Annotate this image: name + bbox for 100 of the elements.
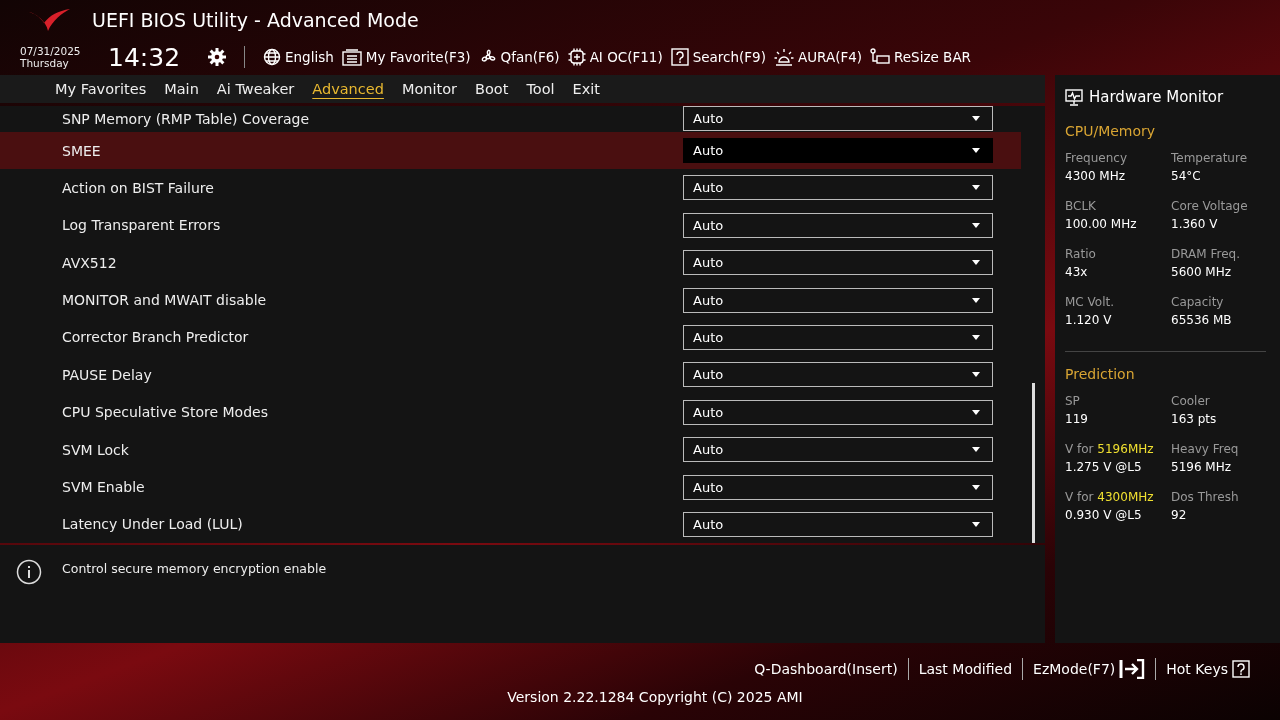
metric-label: Ratio bbox=[1065, 246, 1097, 263]
footer-link[interactable]: Last Modified bbox=[908, 661, 1023, 677]
highlighted-setting-row[interactable]: SMEE Auto bbox=[0, 131, 1021, 170]
toolbar-button[interactable]: Qfan(F6) bbox=[474, 48, 564, 66]
metric-value: 0.930 V @L5 bbox=[1065, 507, 1143, 524]
setting-label: SVM Enable bbox=[62, 479, 145, 496]
help-icon bbox=[670, 48, 689, 66]
setting-dropdown[interactable]: Auto bbox=[683, 250, 993, 276]
toolbar-button[interactable]: English bbox=[259, 48, 338, 66]
menu-tab[interactable]: Boot bbox=[466, 76, 518, 101]
metric-label: Core Voltage bbox=[1171, 198, 1249, 215]
monitor-icon bbox=[1065, 88, 1083, 106]
setting-dropdown[interactable]: Auto bbox=[683, 325, 993, 350]
setting-row[interactable]: AVX512 Auto bbox=[0, 244, 1021, 282]
caret-icon bbox=[972, 447, 980, 453]
metric-value: 5196 MHz bbox=[1171, 459, 1233, 476]
menu-tab[interactable]: Exit bbox=[563, 76, 610, 101]
metric-value: 1.360 V bbox=[1171, 216, 1219, 233]
metric-value: 43x bbox=[1065, 264, 1089, 281]
menu-tab[interactable]: Advanced bbox=[303, 76, 393, 101]
setting-label: Latency Under Load (LUL) bbox=[62, 516, 243, 533]
caret-icon bbox=[972, 409, 980, 415]
footer-link[interactable]: EzMode(F7) bbox=[1023, 659, 1156, 679]
setting-dropdown[interactable]: Auto bbox=[683, 212, 993, 238]
window-title: UEFI BIOS Utility - Advanced Mode bbox=[92, 9, 419, 31]
caret-icon bbox=[972, 297, 980, 303]
panel-title: Hardware Monitor bbox=[1089, 88, 1224, 106]
metric-value: 54°C bbox=[1171, 168, 1202, 185]
setting-row[interactable]: MONITOR and MWAIT disable Auto bbox=[0, 281, 1021, 319]
metric-label: Temperature bbox=[1171, 150, 1248, 167]
setting-row[interactable]: Action on BIST Failure Auto bbox=[0, 169, 1021, 207]
setting-dropdown[interactable]: Auto bbox=[683, 175, 993, 201]
toolbar-button[interactable]: My Favorite(F3) bbox=[337, 48, 475, 66]
metric-label: SP bbox=[1065, 393, 1081, 410]
metric-label: DRAM Freq. bbox=[1171, 246, 1241, 263]
footer-link[interactable]: Hot Keys bbox=[1156, 660, 1260, 678]
metric-value: 100.00 MHz bbox=[1065, 216, 1138, 233]
setting-label: SVM Lock bbox=[62, 441, 129, 458]
metric-value: 1.120 V bbox=[1065, 312, 1113, 329]
day-text: Thursday bbox=[20, 57, 70, 69]
setting-label: Corrector Branch Predictor bbox=[62, 329, 249, 346]
menu-tab[interactable]: Ai Tweaker bbox=[207, 76, 304, 101]
setting-label: CPU Speculative Store Modes bbox=[62, 404, 268, 421]
settings-icon[interactable] bbox=[208, 48, 226, 66]
setting-label: AVX512 bbox=[62, 254, 117, 271]
metric-value: 92 bbox=[1171, 507, 1188, 524]
setting-row[interactable]: Corrector Branch Predictor Auto bbox=[0, 318, 1021, 357]
help-text: Control secure memory encryption enable bbox=[62, 561, 327, 577]
setting-dropdown[interactable]: Auto bbox=[683, 437, 993, 463]
version-text: Version 2.22.1284 Copyright (C) 2025 AMI bbox=[507, 689, 803, 705]
setting-label: PAUSE Delay bbox=[62, 366, 152, 383]
caret-icon bbox=[972, 222, 980, 228]
setting-row[interactable]: SVM Enable Auto bbox=[0, 468, 1021, 506]
metric-value: 65536 MB bbox=[1171, 312, 1233, 329]
caret-icon bbox=[972, 185, 980, 191]
setting-dropdown[interactable]: Auto bbox=[683, 399, 993, 425]
caret-icon bbox=[972, 372, 980, 378]
metric-label: Cooler bbox=[1171, 393, 1211, 410]
metric-label: V for 5196MHz bbox=[1065, 441, 1155, 458]
toolbar-button[interactable]: AURA(F4) bbox=[769, 48, 867, 66]
setting-row[interactable]: SNP Memory (RMP Table) Coverage Auto bbox=[0, 105, 1021, 132]
footer-link[interactable]: Q-Dashboard(Insert) bbox=[744, 661, 908, 677]
caret-icon bbox=[972, 335, 980, 340]
setting-row[interactable]: CPU Speculative Store Modes Auto bbox=[0, 393, 1021, 431]
section-title: CPU/Memory bbox=[1065, 123, 1157, 139]
metric-label: Frequency bbox=[1065, 150, 1128, 167]
menu-tab[interactable]: Monitor bbox=[392, 76, 467, 101]
metric-value: 163 pts bbox=[1171, 411, 1218, 428]
toolbar-button[interactable]: Search(F9) bbox=[666, 48, 770, 66]
chip-icon bbox=[567, 48, 586, 66]
menu-tab[interactable]: Main bbox=[155, 76, 208, 101]
setting-dropdown[interactable]: Auto bbox=[683, 362, 993, 388]
globe-icon bbox=[263, 48, 281, 66]
toolbar-button[interactable]: AI OC(F11) bbox=[563, 48, 667, 66]
section-title: Prediction bbox=[1065, 366, 1136, 382]
setting-label: SNP Memory (RMP Table) Coverage bbox=[62, 110, 309, 127]
metric-value: 1.275 V @L5 bbox=[1065, 459, 1143, 476]
setting-dropdown[interactable]: Auto bbox=[683, 511, 993, 537]
setting-dropdown[interactable]: Auto bbox=[683, 106, 993, 132]
info-icon bbox=[16, 559, 42, 586]
caret-icon bbox=[972, 116, 980, 122]
setting-dropdown[interactable]: Auto bbox=[683, 138, 993, 164]
help-icon bbox=[1232, 660, 1250, 678]
setting-dropdown[interactable]: Auto bbox=[683, 287, 993, 313]
setting-row[interactable]: PAUSE Delay Auto bbox=[0, 356, 1021, 394]
lamp-icon bbox=[773, 48, 794, 66]
toolbar-button[interactable]: ReSize BAR bbox=[866, 48, 975, 66]
setting-row[interactable]: Log Transparent Errors Auto bbox=[0, 206, 1021, 244]
setting-label: MONITOR and MWAIT disable bbox=[62, 292, 267, 309]
menu-tab[interactable]: My Favorites bbox=[46, 76, 156, 101]
scrollbar-thumb[interactable] bbox=[1031, 382, 1035, 543]
exit-icon bbox=[1119, 659, 1146, 679]
menu-tab[interactable]: Tool bbox=[517, 76, 564, 101]
setting-dropdown[interactable]: Auto bbox=[683, 474, 993, 500]
list-icon bbox=[341, 48, 362, 66]
setting-row[interactable]: SVM Lock Auto bbox=[0, 430, 1021, 469]
caret-icon bbox=[972, 521, 980, 527]
metric-value: 119 bbox=[1065, 411, 1089, 428]
caret-icon bbox=[972, 148, 980, 154]
setting-row[interactable]: Latency Under Load (LUL) Auto bbox=[0, 505, 1021, 544]
